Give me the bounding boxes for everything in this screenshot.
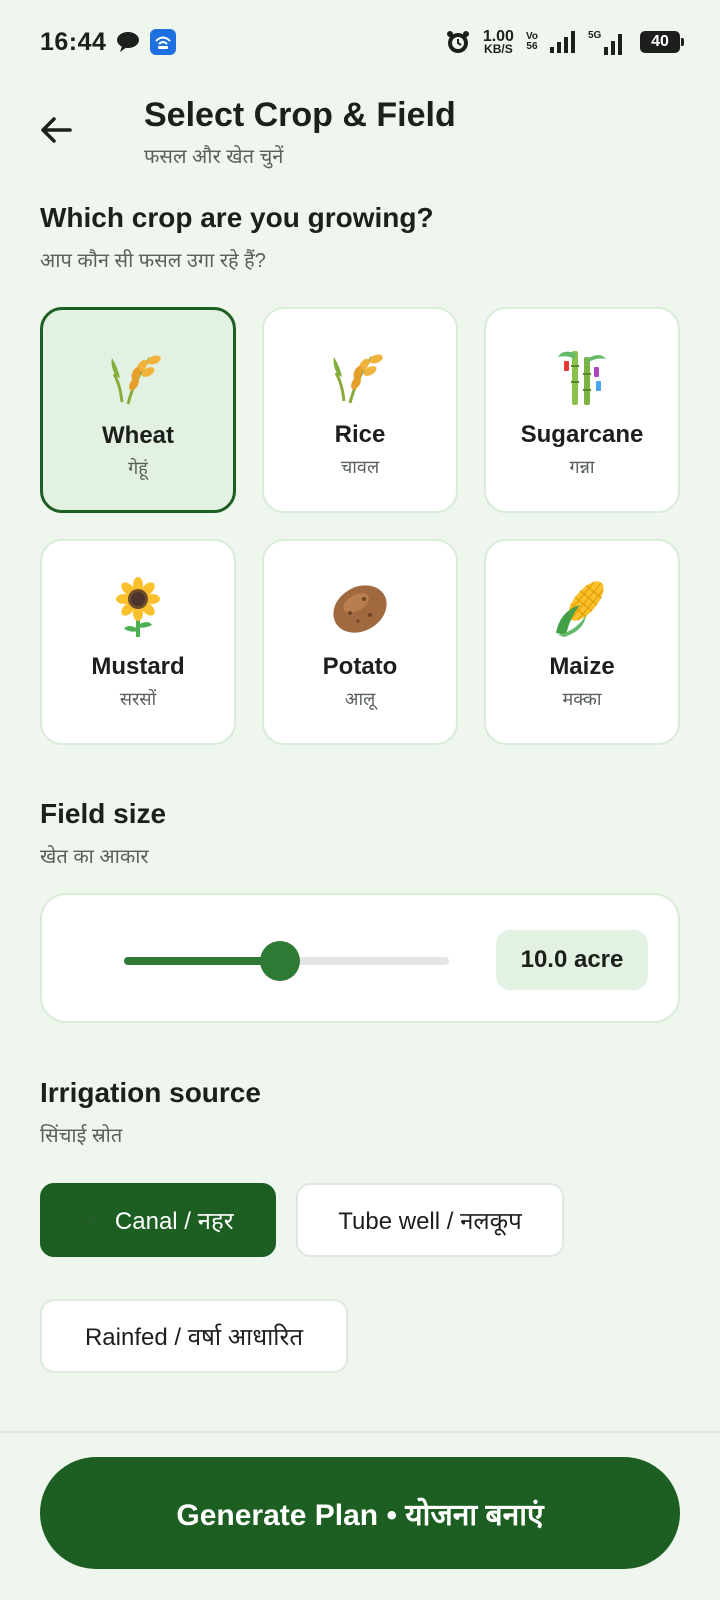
wheat-icon xyxy=(111,355,161,405)
crop-name: Mustard xyxy=(91,653,185,680)
crop-hindi: सरसों xyxy=(119,689,157,709)
slider-thumb[interactable] xyxy=(260,941,300,981)
sunflower-icon xyxy=(116,577,160,637)
irrigation-title: Irrigation source xyxy=(40,1077,261,1108)
irrigation-subtitle: सिंचाई स्रोत xyxy=(40,1125,123,1147)
irrigation-option-rainfed[interactable]: Rainfed / वर्षा आधारित xyxy=(40,1299,348,1373)
generate-plan-button[interactable]: Generate Plan • योजना बनाएं xyxy=(40,1457,680,1569)
chip-label: Rainfed / वर्षा आधारित xyxy=(84,1323,304,1351)
back-arrow-icon xyxy=(41,117,72,143)
crop-hindi: चावल xyxy=(340,457,380,477)
app-notification-icon xyxy=(150,29,177,55)
signal-icon xyxy=(550,31,576,53)
field-size-value: 10.0 acre xyxy=(496,930,648,990)
field-size-card: 10.0 acre xyxy=(40,893,680,1023)
crop-name: Rice xyxy=(334,421,386,448)
field-size-subtitle: खेत का आकार xyxy=(40,846,149,868)
sugarcane-icon xyxy=(558,351,606,405)
status-bar: 16:44 1.00 KB/S Vo 56 5G 40 xyxy=(0,0,720,84)
crop-hindi: आलू xyxy=(344,689,376,709)
page-title: Select Crop & Field xyxy=(144,96,456,134)
bottom-divider xyxy=(0,1431,720,1433)
crop-card-sugarcane[interactable]: Sugarcane गन्ना xyxy=(484,307,680,513)
battery-icon: 40 xyxy=(640,31,684,53)
crop-card-wheat[interactable]: Wheat गेहूं xyxy=(40,307,236,513)
chip-label: Canal / नहर xyxy=(114,1207,234,1235)
battery-level: 40 xyxy=(651,33,669,50)
speed-unit: KB/S xyxy=(484,42,513,56)
chip-label: Tube well / नलकूप xyxy=(338,1207,522,1235)
crop-name: Potato xyxy=(322,653,398,680)
irrigation-option-canal[interactable]: ✓ Canal / नहर xyxy=(40,1183,276,1257)
crop-name: Wheat xyxy=(102,422,174,449)
crop-hindi: गन्ना xyxy=(569,457,595,477)
check-icon: ✓ xyxy=(82,1207,101,1232)
corn-icon xyxy=(556,581,604,637)
crop-card-mustard[interactable]: Mustard सरसों xyxy=(40,539,236,745)
svg-text:5G: 5G xyxy=(588,30,602,41)
crop-hindi: मक्का xyxy=(562,689,602,709)
volte-indicator: Vo 56 xyxy=(526,32,538,52)
vo-bottom: 56 xyxy=(526,41,538,52)
status-left: 16:44 xyxy=(40,27,177,57)
field-size-title: Field size xyxy=(40,798,167,829)
app-header: Select Crop & Field फसल और खेत चुनें xyxy=(0,90,720,180)
signal-5g-icon: 5G xyxy=(588,29,628,55)
rice-icon xyxy=(333,354,383,404)
crop-section-subtitle: आप कौन सी फसल उगा रहे हैं? xyxy=(40,250,266,272)
potato-icon xyxy=(333,585,387,633)
status-right: 1.00 KB/S Vo 56 5G 40 xyxy=(445,29,684,56)
slider-fill xyxy=(124,957,280,965)
crop-card-potato[interactable]: Potato आलू xyxy=(262,539,458,745)
status-time: 16:44 xyxy=(40,27,107,56)
alarm-icon xyxy=(445,29,471,55)
chat-bubble-icon xyxy=(116,31,140,53)
page-subtitle: फसल और खेत चुनें xyxy=(144,146,284,168)
crop-card-rice[interactable]: Rice चावल xyxy=(262,307,458,513)
network-speed: 1.00 KB/S xyxy=(483,29,514,56)
back-button[interactable] xyxy=(32,106,80,154)
crop-section-title: Which crop are you growing? xyxy=(40,202,434,233)
crop-card-maize[interactable]: Maize मक्का xyxy=(484,539,680,745)
crop-grid: Wheat गेहूं Rice चावल Sugarcane गन्ना Mu… xyxy=(40,307,680,745)
field-size-slider[interactable] xyxy=(124,941,449,981)
crop-name: Maize xyxy=(549,653,615,680)
crop-hindi: गेहूं xyxy=(128,458,148,478)
crop-name: Sugarcane xyxy=(520,421,644,448)
irrigation-option-tubewell[interactable]: Tube well / नलकूप xyxy=(296,1183,564,1257)
